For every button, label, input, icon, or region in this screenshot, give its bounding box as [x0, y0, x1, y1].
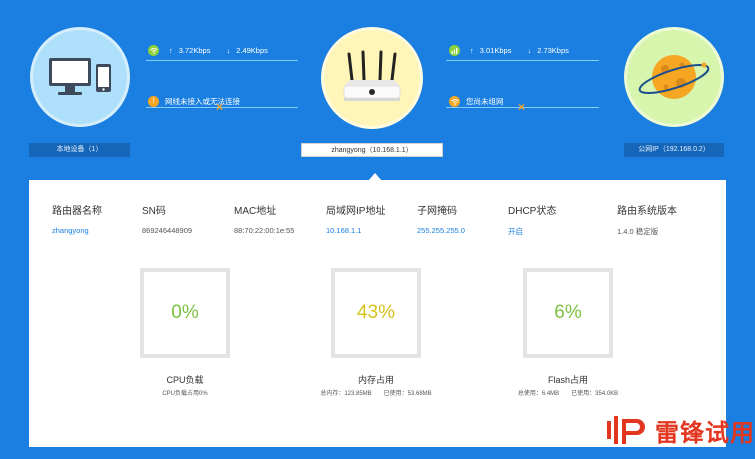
router-name-label: zhangyong（10.168.1.1） — [301, 143, 443, 157]
router-name-link[interactable]: zhangyong — [52, 226, 102, 235]
info-subnet-mask: 子网掩码 255.255.255.0 — [417, 206, 465, 235]
leifeng-logo: 雷锋试用 — [605, 410, 755, 450]
public-ip-node[interactable] — [624, 27, 724, 127]
left-speed-line — [146, 60, 298, 61]
info-firmware: 路由系统版本 1.4.0 稳定版 — [617, 206, 677, 236]
public-ip-label: 公网IP（192.168.0.2） — [624, 143, 724, 157]
local-devices-label: 本地设备（1） — [29, 143, 130, 157]
router-node[interactable] — [321, 27, 423, 129]
signal-bars-icon — [449, 44, 460, 56]
router-icon — [343, 50, 401, 101]
info-sn: SN码 869246448909 — [142, 206, 193, 235]
computer-phone-icon — [49, 58, 111, 95]
upload-arrow-icon: ↑ — [470, 45, 474, 55]
cpu-load-value: 0% — [171, 302, 199, 323]
cpu-gauge-detail: CPU负载占用0% — [162, 391, 208, 397]
download-arrow-icon: ↓ — [226, 45, 231, 55]
left-link-status[interactable]: ! 网线未接入或无法连接 — [148, 94, 240, 108]
logo-text: 雷锋试用 — [655, 419, 755, 447]
router-dashboard: 本地设备（1） zhangyong（10.168.1.1） 公网IP（192.1… — [0, 0, 755, 459]
flash-gauge: 6% — [523, 268, 613, 358]
disconnected-x-icon: × — [216, 100, 224, 114]
info-router-name: 路由器名称 zhangyong — [52, 206, 102, 235]
flash-gauge-detail: 总使用：6.4MB 已使用：354.0KB — [517, 391, 619, 397]
flash-usage-value: 6% — [554, 302, 582, 323]
memory-usage-value: 43% — [356, 302, 396, 323]
wifi-icon — [148, 44, 159, 56]
right-link-status-text: 您尚未组网 — [466, 96, 504, 106]
wifi-warning-icon — [449, 95, 460, 107]
left-link-status-text: 网线未接入或无法连接 — [165, 96, 240, 106]
right-upload-speed: 3.01Kbps — [479, 45, 512, 55]
subnet-mask-link[interactable]: 255.255.255.0 — [417, 226, 465, 235]
disconnected-x-icon: × — [518, 100, 526, 114]
local-devices-node[interactable] — [30, 27, 130, 127]
network-warning-icon: ! — [148, 95, 159, 107]
right-download-speed: 2.73Kbps — [537, 45, 569, 55]
logo-mark-icon — [607, 416, 645, 444]
memory-gauge-title: 内存占用 — [357, 375, 394, 385]
left-link-speed: ↑ 3.72Kbps ↓ 2.49Kbps — [148, 43, 268, 57]
right-link-speed: ↑ 3.01Kbps ↓ 2.73Kbps — [449, 43, 569, 57]
download-arrow-icon: ↓ — [527, 45, 532, 55]
cpu-gauge-title: CPU负载 — [166, 375, 204, 385]
info-dhcp: DHCP状态 开启 — [508, 206, 557, 237]
right-speed-line — [446, 60, 599, 61]
router-info-panel: 路由器名称 zhangyong SN码 869246448909 MAC地址 8… — [29, 180, 726, 447]
left-download-speed: 2.49Kbps — [236, 45, 268, 55]
upload-arrow-icon: ↑ — [169, 45, 173, 55]
left-upload-speed: 3.72Kbps — [178, 45, 211, 55]
memory-gauge: 43% — [331, 268, 421, 358]
memory-gauge-detail: 总内存：123.85MB 已使用：53.68MB — [320, 391, 432, 397]
planet-icon — [638, 55, 710, 99]
dhcp-status-link[interactable]: 开启 — [508, 226, 556, 237]
info-lan-ip: 局域网IP地址 10.168.1.1 — [326, 206, 386, 235]
info-mac: MAC地址 88:70:22:00:1e:55 — [234, 206, 295, 235]
lan-ip-link[interactable]: 10.168.1.1 — [326, 226, 385, 235]
flash-gauge-title: Flash占用 — [547, 375, 588, 385]
cpu-gauge: 0% — [140, 268, 230, 358]
right-link-status[interactable]: 您尚未组网 — [449, 94, 504, 108]
